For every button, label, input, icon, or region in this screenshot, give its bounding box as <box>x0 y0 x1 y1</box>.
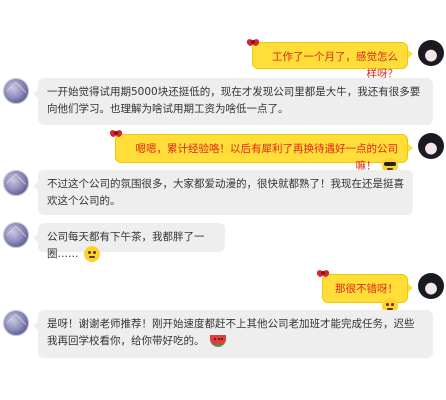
self-message-bubble: 那很不错呀！ <box>322 274 408 314</box>
self-avatar <box>418 273 444 299</box>
bow-decoration-icon <box>245 37 261 49</box>
bow-decoration-icon <box>108 128 124 140</box>
shy-emoji-icon <box>83 246 100 262</box>
message-text: 不过这个公司的氛围很多，大家都爱动漫的，很快就都熟了！我现在还是挺喜欢这个公司的… <box>47 178 404 207</box>
other-message-bubble: 一开始觉得试用期5000块还挺低的，现在才发现公司里都是大牛，我还有很多要向他们… <box>38 78 433 125</box>
other-avatar <box>3 170 29 196</box>
self-avatar <box>418 40 444 66</box>
message-text: 一开始觉得试用期5000块还挺低的，现在才发现公司里都是大牛，我还有很多要向他们… <box>47 86 421 115</box>
message-text: 嗯嗯，累计经验咯！以后有犀利了再换待遇好一点的公司嘛！ <box>135 143 399 172</box>
other-avatar <box>3 310 29 336</box>
message-text: 那很不错呀！ <box>335 283 398 295</box>
self-message-bubble: 工作了一个月了，感觉怎么样呀？ <box>252 42 408 80</box>
other-message-bubble: 是呀！谢谢老师推荐！刚开始速度都赶不上其他公司老加班才能完成任务，迟些我再回学校… <box>38 310 433 358</box>
other-message-bubble: 公司每天都有下午茶，我都胖了一圈…… <box>38 223 225 262</box>
self-message-bubble: 嗯嗯，累计经验咯！以后有犀利了再换待遇好一点的公司嘛！ <box>115 134 408 174</box>
other-avatar <box>3 78 29 104</box>
other-message-bubble: 不过这个公司的氛围很多，大家都爱动漫的，很快就都熟了！我现在还是挺喜欢这个公司的… <box>38 170 413 215</box>
self-avatar <box>418 133 444 159</box>
bow-decoration-icon <box>315 268 331 280</box>
message-text: 公司每天都有下午茶，我都胖了一圈…… <box>47 231 205 260</box>
watermelon-emoji-icon <box>209 335 226 347</box>
other-avatar <box>3 222 29 248</box>
message-text: 工作了一个月了，感觉怎么样呀？ <box>272 51 398 80</box>
message-text: 是呀！谢谢老师推荐！刚开始速度都赶不上其他公司老加班才能完成任务，迟些我再回学校… <box>47 318 415 347</box>
